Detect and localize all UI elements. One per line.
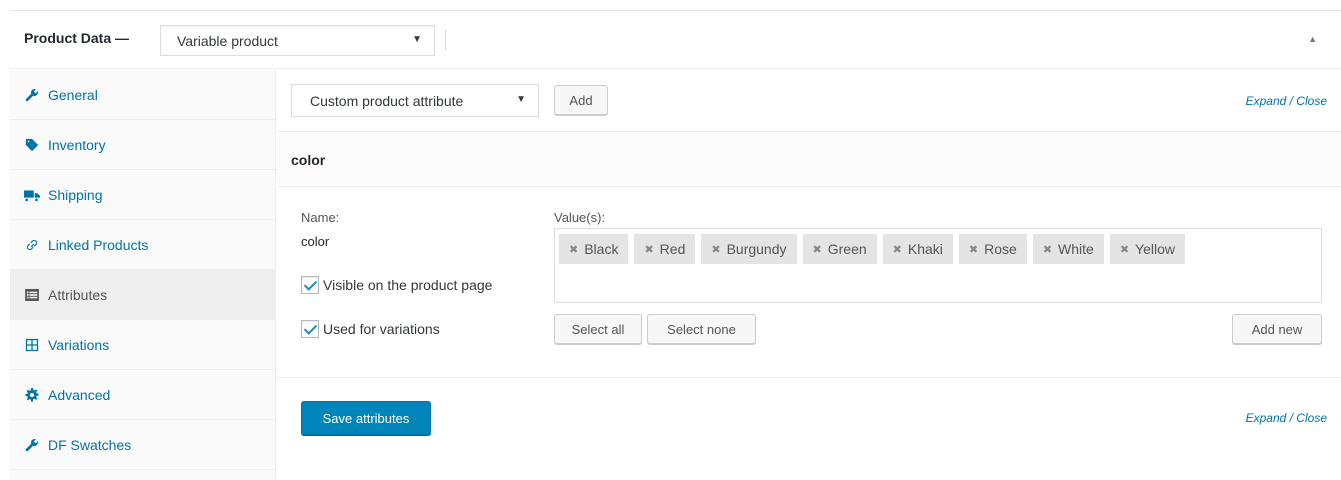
value-chip[interactable]: ✖ Khaki (882, 234, 953, 264)
collapse-toggle-icon[interactable]: ▲ (1308, 34, 1317, 44)
used-for-variations-checkbox[interactable]: Used for variations (301, 320, 440, 338)
attribute-header[interactable]: color (277, 133, 1341, 187)
product-type-value: Variable product (177, 33, 278, 49)
attribute-select-value: Custom product attribute (310, 93, 464, 109)
chip-label: Burgundy (726, 241, 787, 257)
remove-icon[interactable]: ✖ (1043, 243, 1052, 256)
product-data-tabs: General Inventory Shipping Linked Produc… (10, 70, 276, 480)
link-icon (24, 237, 40, 253)
expand-close-link[interactable]: Expand / Close (1246, 411, 1327, 425)
chip-label: Khaki (907, 241, 943, 257)
add-attribute-button[interactable]: Add (554, 85, 608, 115)
attribute-body: Name: color Visible on the product page … (277, 188, 1341, 378)
visible-on-product-page-checkbox[interactable]: Visible on the product page (301, 276, 492, 294)
value-chip[interactable]: ✖ Yellow (1109, 234, 1186, 264)
truck-icon (24, 187, 40, 203)
tab-linked-products[interactable]: Linked Products (10, 220, 275, 270)
list-icon (24, 287, 40, 303)
value-chip[interactable]: ✖ Red (634, 234, 696, 264)
chip-label: Yellow (1135, 241, 1176, 257)
checkbox-checked-icon (301, 276, 319, 294)
tab-label: Advanced (48, 386, 111, 403)
remove-icon[interactable]: ✖ (644, 243, 653, 256)
product-data-panel: Product Data — Variable product ▼ ▲ Gene… (10, 10, 1341, 480)
value-chip[interactable]: ✖ Rose (958, 234, 1027, 264)
remove-icon[interactable]: ✖ (893, 243, 902, 256)
tab-label: Attributes (48, 286, 108, 303)
header-divider (445, 29, 446, 51)
name-value: color (301, 234, 330, 249)
save-attributes-button[interactable]: Save attributes (301, 401, 431, 435)
tab-inventory[interactable]: Inventory (10, 120, 275, 170)
variations-label: Used for variations (323, 321, 440, 337)
wrench-icon (24, 437, 40, 453)
expand-close-link[interactable]: Expand / Close (1246, 94, 1327, 108)
chip-label: Rose (984, 241, 1017, 257)
value-chip[interactable]: ✖ Burgundy (701, 234, 797, 264)
attribute-values-select[interactable]: ✖ Black ✖ Red ✖ Burgundy ✖ Green ✖ Khaki ✖ Ros… (554, 228, 1322, 303)
value-chip[interactable]: ✖ Green (802, 234, 877, 264)
grid-icon (24, 337, 40, 353)
attributes-toolbar: Custom product attribute ▼ Add Expand / … (277, 70, 1341, 132)
tab-label: General (48, 86, 98, 103)
checkbox-checked-icon (301, 320, 319, 338)
tab-label: Shipping (48, 186, 103, 203)
tab-shipping[interactable]: Shipping (10, 170, 275, 220)
attributes-footer: Save attributes Expand / Close (277, 379, 1341, 439)
remove-icon[interactable]: ✖ (813, 243, 822, 256)
product-type-select[interactable]: Variable product ▼ (160, 25, 435, 56)
remove-icon[interactable]: ✖ (1120, 243, 1129, 256)
chip-label: Black (584, 241, 619, 257)
tab-label: Linked Products (48, 236, 149, 253)
tab-label: DF Swatches (48, 436, 132, 453)
tab-label: Variations (48, 336, 110, 353)
chip-label: Green (827, 241, 867, 257)
add-new-value-button[interactable]: Add new (1232, 314, 1322, 344)
tab-general[interactable]: General (10, 70, 275, 120)
attribute-title: color (291, 152, 326, 168)
attributes-panel: Custom product attribute ▼ Add Expand / … (277, 70, 1341, 480)
wrench-icon (24, 87, 40, 103)
attribute-taxonomy-select[interactable]: Custom product attribute ▼ (291, 84, 539, 117)
panel-title: Product Data — (24, 30, 130, 46)
chip-label: White (1058, 241, 1094, 257)
value-chip[interactable]: ✖ White (1032, 234, 1104, 264)
remove-icon[interactable]: ✖ (711, 243, 720, 256)
tab-advanced[interactable]: Advanced (10, 370, 275, 420)
name-label: Name: (301, 210, 340, 225)
values-label: Value(s): (554, 210, 606, 225)
dropdown-caret-icon: ▼ (516, 94, 526, 105)
select-none-button[interactable]: Select none (647, 314, 756, 344)
dropdown-caret-icon: ▼ (412, 34, 422, 45)
tab-attributes[interactable]: Attributes (10, 270, 275, 320)
chip-label: Red (659, 241, 686, 257)
tab-df-swatches[interactable]: DF Swatches (10, 420, 275, 470)
panel-header: Product Data — Variable product ▼ ▲ (10, 11, 1341, 69)
remove-icon[interactable]: ✖ (969, 243, 978, 256)
value-chip[interactable]: ✖ Black (559, 234, 629, 264)
select-all-button[interactable]: Select all (554, 314, 642, 344)
tag-icon (24, 137, 40, 153)
tab-variations[interactable]: Variations (10, 320, 275, 370)
tab-label: Inventory (48, 136, 106, 153)
visible-label: Visible on the product page (323, 277, 493, 293)
remove-icon[interactable]: ✖ (569, 243, 578, 256)
gear-icon (24, 387, 40, 403)
